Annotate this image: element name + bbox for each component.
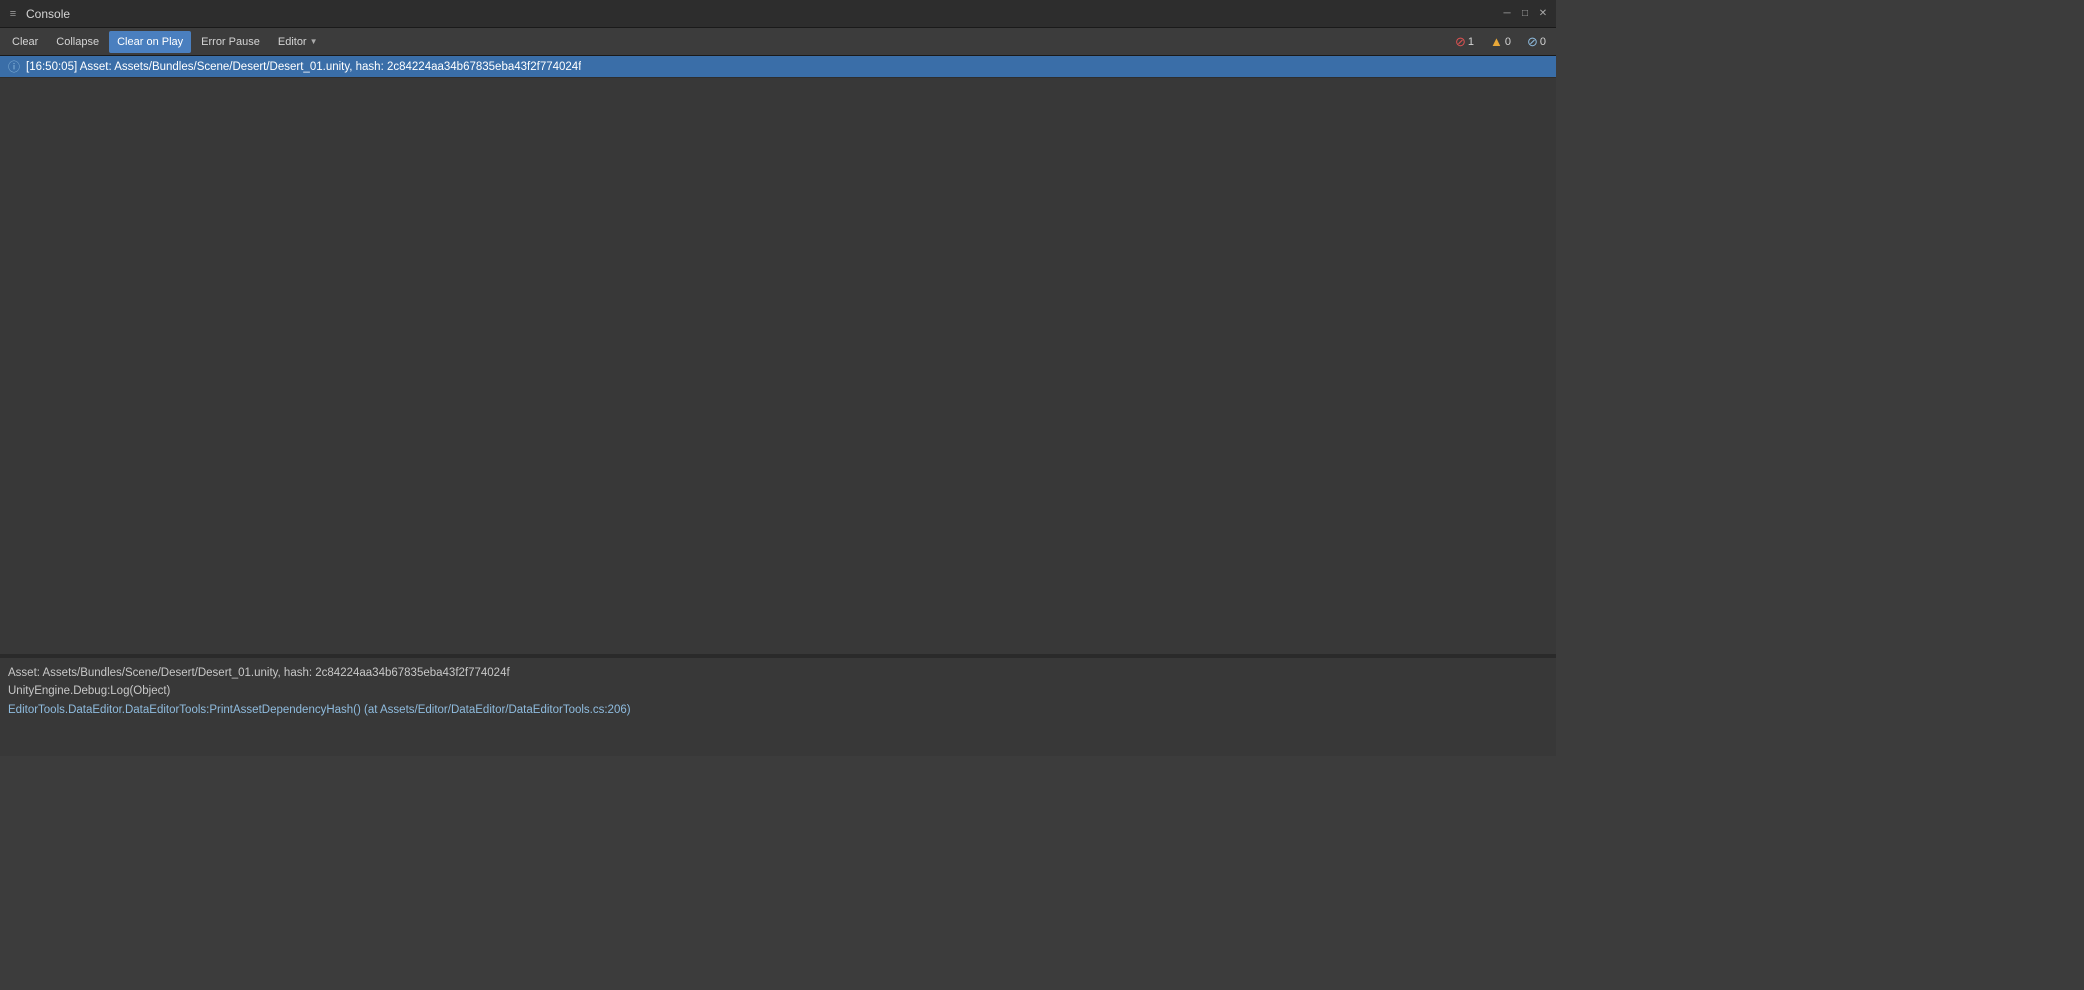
log-entry[interactable]: ⓘ [16:50:05] Asset: Assets/Bundles/Scene… xyxy=(0,56,1556,78)
maximize-button[interactable]: □ xyxy=(1518,7,1532,21)
editor-dropdown-button[interactable]: Editor ▼ xyxy=(270,31,326,53)
clear-button[interactable]: Clear xyxy=(4,31,46,53)
detail-line-0: Asset: Assets/Bundles/Scene/Desert/Deser… xyxy=(8,664,1548,682)
title-label: Console xyxy=(26,7,70,21)
error-icon: ⊘ xyxy=(1455,34,1466,50)
warning-badge-button[interactable]: ▲ 0 xyxy=(1484,31,1517,53)
error-badge-button[interactable]: ⊘ 1 xyxy=(1449,31,1480,53)
toolbar: Clear Collapse Clear on Play Error Pause… xyxy=(0,28,1556,56)
title-bar: ≡ Console ─ □ ✕ xyxy=(0,0,1556,28)
title-bar-right: ─ □ ✕ xyxy=(1500,7,1550,21)
detail-line-1: UnityEngine.Debug:Log(Object) xyxy=(8,682,1548,700)
editor-label: Editor xyxy=(278,36,307,48)
minimize-button[interactable]: ─ xyxy=(1500,7,1514,21)
close-button[interactable]: ✕ xyxy=(1536,7,1550,21)
log-area[interactable]: ⓘ [16:50:05] Asset: Assets/Bundles/Scene… xyxy=(0,56,1556,656)
console-panel: ≡ Console ─ □ ✕ Clear Collapse Clear on … xyxy=(0,0,1556,756)
warning-icon: ▲ xyxy=(1490,34,1503,49)
info-badge-button[interactable]: ⊘ 0 xyxy=(1521,31,1552,53)
info-icon: ⊘ xyxy=(1527,34,1538,50)
dropdown-arrow-icon: ▼ xyxy=(310,37,318,46)
console-icon: ≡ xyxy=(6,7,20,21)
detail-line-2[interactable]: EditorTools.DataEditor.DataEditorTools:P… xyxy=(8,701,1548,719)
collapse-button[interactable]: Collapse xyxy=(48,31,107,53)
toolbar-right: ⊘ 1 ▲ 0 ⊘ 0 xyxy=(1449,31,1552,53)
log-entry-icon: ⓘ xyxy=(6,59,22,75)
error-pause-button[interactable]: Error Pause xyxy=(193,31,268,53)
clear-on-play-button[interactable]: Clear on Play xyxy=(109,31,191,53)
info-count: 0 xyxy=(1540,36,1546,48)
log-entry-text: [16:50:05] Asset: Assets/Bundles/Scene/D… xyxy=(26,61,581,73)
error-count: 1 xyxy=(1468,36,1474,48)
detail-area: Asset: Assets/Bundles/Scene/Desert/Deser… xyxy=(0,656,1556,756)
title-bar-left: ≡ Console xyxy=(6,7,70,21)
warning-count: 0 xyxy=(1505,36,1511,48)
